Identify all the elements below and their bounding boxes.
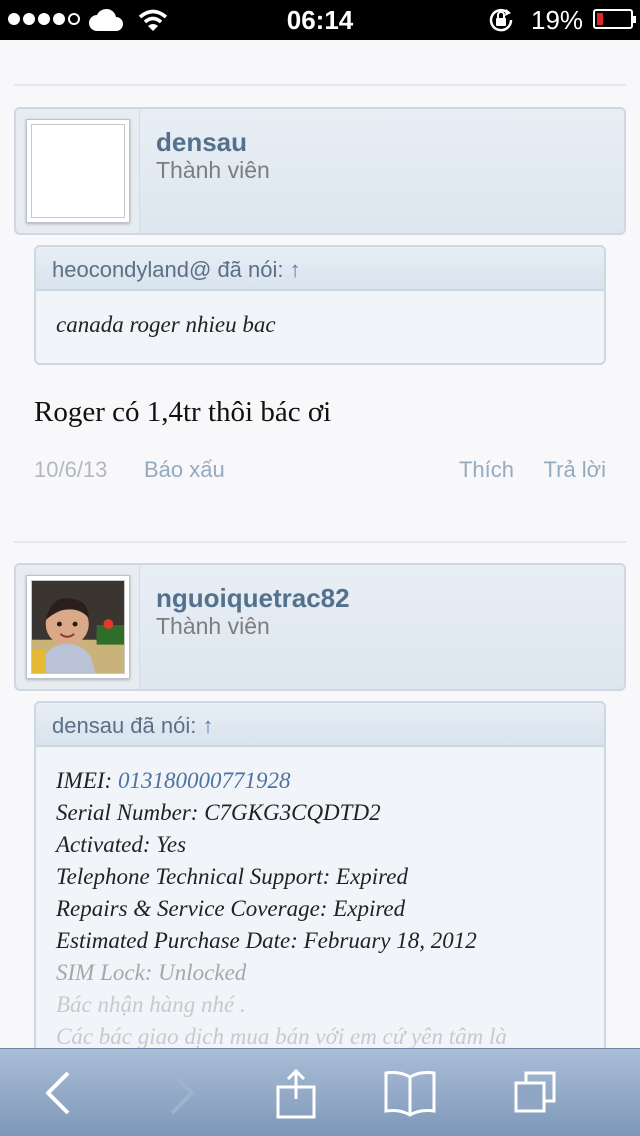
quote-line-faded: Các bác giao dịch mua bán với em cứ yên … [56,1024,507,1048]
divider [14,541,626,543]
report-link[interactable]: Báo xấu [144,457,225,483]
battery-level [597,13,603,25]
user-role: Thành viên [156,613,270,639]
battery-percent: 19% [531,5,584,35]
quote-line: Activated: Yes [56,832,187,857]
thread-content[interactable]: densau Thành viên heocondyland@ đã nói: … [0,40,640,1048]
battery-icon [593,9,636,29]
quote-author: densau đã nói: [52,713,197,738]
back-icon[interactable] [34,1067,86,1119]
avatar-placeholder [31,124,125,218]
quote-header: heocondyland@ đã nói: ↑ [36,247,604,291]
quote-author: heocondyland@ đã nói: [52,257,284,282]
status-bar: 06:14 19% [0,0,640,40]
quote-line: Serial Number: C7GKG3CQDTD2 [56,800,381,825]
bookmarks-icon[interactable] [382,1067,438,1119]
avatar[interactable] [26,575,130,679]
quote-line-imei: IMEI: 013180000771928 [56,765,584,797]
forward-icon[interactable] [154,1067,206,1119]
imei-link[interactable]: 013180000771928 [118,768,291,793]
quote-line: Telephone Technical Support: Expired [56,864,408,889]
like-link[interactable]: Thích [459,457,514,483]
quote-line-faded: SIM Lock: Unlocked [56,960,247,985]
quote-jump-arrow[interactable]: ↑ [202,713,213,738]
quote-header: densau đã nói: ↑ [36,703,604,747]
browser-toolbar [0,1048,640,1136]
quote-box: heocondyland@ đã nói: ↑ canada roger nhi… [34,245,606,365]
imei-label: IMEI: [56,768,113,793]
avatar-frame [16,565,140,689]
quote-body: canada roger nhieu bac [36,291,604,359]
quote-box: densau đã nói: ↑ IMEI: 013180000771928 S… [34,701,606,1048]
divider [14,84,626,86]
username[interactable]: nguoiquetrac82 [156,583,350,614]
tabs-icon[interactable] [510,1067,562,1119]
avatar-photo [31,580,125,674]
avatar[interactable] [26,119,130,223]
post-user-bar: densau Thành viên [14,107,626,235]
username[interactable]: densau [156,127,247,158]
quote-line-faded: Bác nhận hàng nhé . [56,992,246,1017]
quote-jump-arrow[interactable]: ↑ [290,257,301,282]
avatar-frame [16,109,140,233]
rotation-lock-icon [489,8,513,32]
quote-line: Repairs & Service Coverage: Expired [56,896,406,921]
post-user-bar: nguoiquetrac82 Thành viên [14,563,626,691]
quote-body: IMEI: 013180000771928 Serial Number: C7G… [36,747,604,1048]
share-icon[interactable] [270,1067,322,1119]
quote-text: canada roger nhieu bac [56,312,276,337]
post-date: 10/6/13 [34,457,108,482]
user-role: Thành viên [156,157,270,183]
reply-link[interactable]: Trả lời [544,457,607,483]
quote-line: Estimated Purchase Date: February 18, 20… [56,928,477,953]
post-message: Roger có 1,4tr thôi bác ơi [34,396,332,428]
